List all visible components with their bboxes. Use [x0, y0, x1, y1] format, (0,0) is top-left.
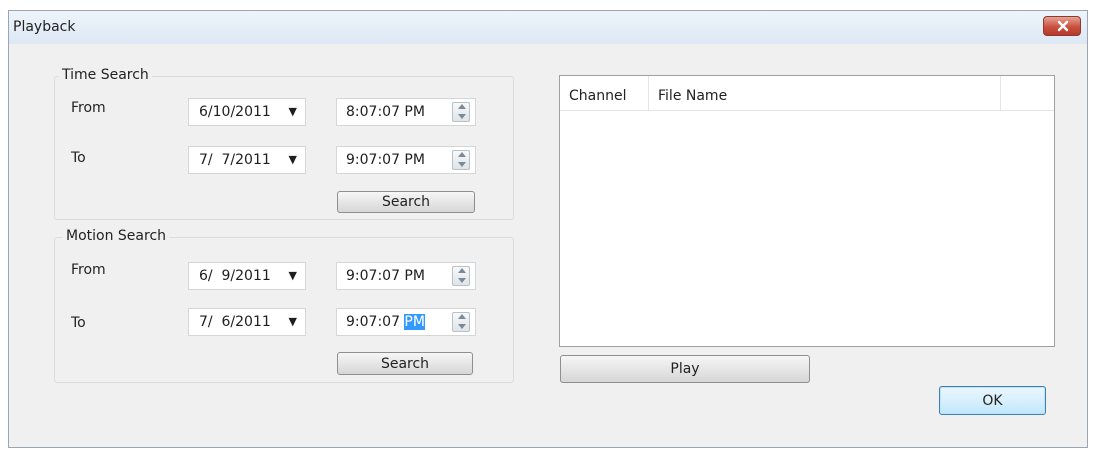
motion-to-time-selected: PM [404, 314, 425, 330]
chevron-down-icon[interactable]: ▼ [289, 315, 297, 328]
play-button[interactable]: Play [560, 355, 810, 383]
results-list-header: Channel File Name [560, 76, 1054, 111]
chevron-down-icon[interactable]: ▼ [289, 269, 297, 282]
spin-up-icon[interactable] [458, 152, 466, 157]
column-header-file-name[interactable]: File Name [649, 76, 1001, 110]
spin-up-icon[interactable] [458, 314, 466, 319]
close-icon [1057, 20, 1069, 32]
time-to-time-picker[interactable]: 9:07:07 PM [336, 146, 476, 174]
column-header-blank[interactable] [1001, 76, 1055, 110]
playback-dialog: Playback Time Search From 6/10/2011 ▼ 8:… [8, 10, 1088, 448]
motion-from-label: From [71, 262, 106, 278]
time-to-label: To [71, 150, 86, 166]
spin-up-icon[interactable] [458, 104, 466, 109]
spin-up-icon[interactable] [458, 268, 466, 273]
ok-button[interactable]: OK [939, 386, 1046, 415]
spin-down-icon[interactable] [458, 162, 466, 167]
motion-from-date-picker[interactable]: 6/ 9/2011 ▼ [188, 262, 306, 290]
motion-from-time-picker[interactable]: 9:07:07 PM [336, 262, 476, 290]
time-from-label: From [71, 100, 106, 116]
spin-down-icon[interactable] [458, 324, 466, 329]
time-from-time-picker[interactable]: 8:07:07 PM [336, 98, 476, 126]
spin-down-icon[interactable] [458, 114, 466, 119]
time-search-legend: Time Search [59, 67, 152, 83]
time-from-time-value: 8:07:07 PM [346, 104, 425, 120]
motion-to-time-value: 9:07:07 PM [346, 314, 425, 330]
window-title: Playback [13, 19, 76, 35]
time-from-spinner[interactable] [452, 102, 470, 122]
motion-to-time-picker[interactable]: 9:07:07 PM [336, 308, 476, 336]
motion-search-button[interactable]: Search [337, 352, 473, 375]
motion-search-legend: Motion Search [63, 228, 170, 244]
column-header-channel[interactable]: Channel [560, 76, 649, 110]
motion-to-date-value: 7/ 6/2011 [199, 314, 271, 330]
chevron-down-icon[interactable]: ▼ [289, 153, 297, 166]
motion-to-date-picker[interactable]: 7/ 6/2011 ▼ [188, 308, 306, 336]
time-to-time-value: 9:07:07 PM [346, 152, 425, 168]
close-button[interactable] [1043, 16, 1081, 36]
time-to-date-picker[interactable]: 7/ 7/2011 ▼ [188, 146, 306, 174]
motion-from-spinner[interactable] [452, 266, 470, 286]
title-bar: Playback [9, 11, 1087, 44]
motion-to-spinner[interactable] [452, 312, 470, 332]
results-list[interactable]: Channel File Name [559, 75, 1055, 347]
time-search-button[interactable]: Search [337, 191, 475, 213]
time-to-spinner[interactable] [452, 150, 470, 170]
chevron-down-icon[interactable]: ▼ [289, 105, 297, 118]
motion-from-date-value: 6/ 9/2011 [199, 268, 271, 284]
time-to-date-value: 7/ 7/2011 [199, 152, 271, 168]
motion-from-time-value: 9:07:07 PM [346, 268, 425, 284]
time-from-date-value: 6/10/2011 [199, 104, 271, 120]
spin-down-icon[interactable] [458, 278, 466, 283]
motion-to-label: To [71, 315, 86, 331]
motion-to-time-main: 9:07:07 [346, 314, 405, 330]
time-from-date-picker[interactable]: 6/10/2011 ▼ [188, 98, 306, 126]
